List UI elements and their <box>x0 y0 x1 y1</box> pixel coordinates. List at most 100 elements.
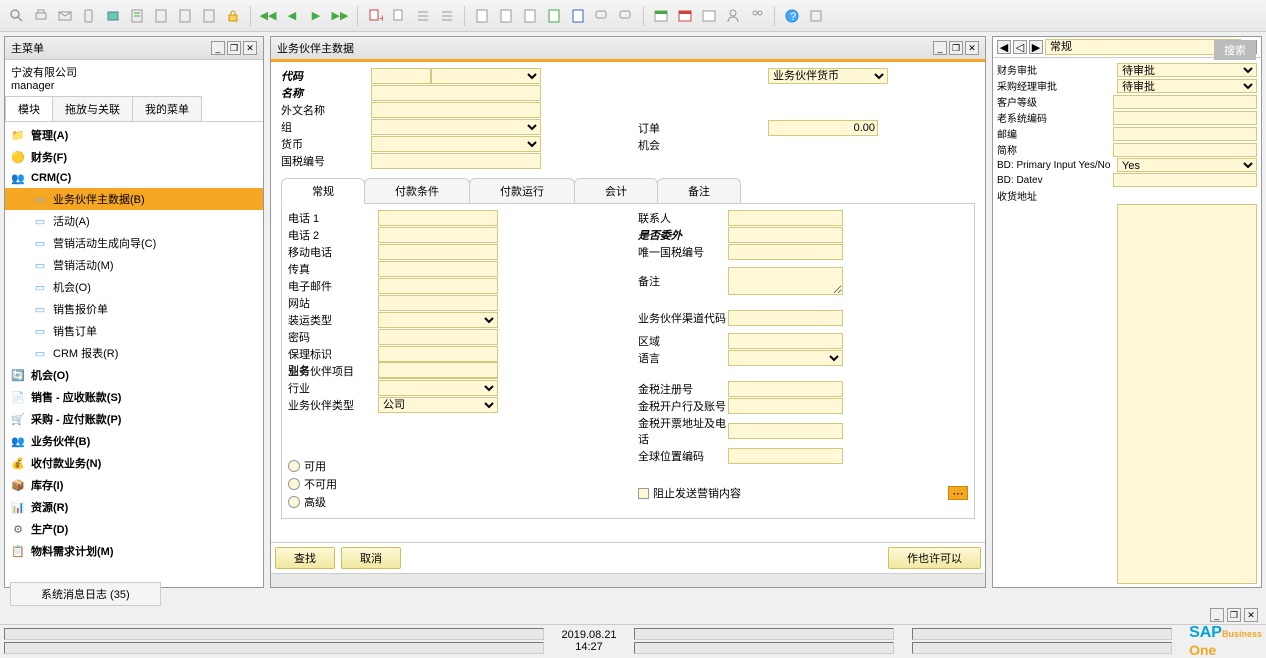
more-button[interactable]: ⋯ <box>948 486 968 500</box>
field-input[interactable] <box>728 210 843 226</box>
lock-icon[interactable] <box>224 7 242 25</box>
field-select[interactable]: 待审批 <box>1117 79 1257 93</box>
code-type-select[interactable] <box>431 68 541 84</box>
chat2-icon[interactable] <box>617 7 635 25</box>
sms-icon[interactable] <box>80 7 98 25</box>
remark-input[interactable] <box>728 267 843 295</box>
excel-icon[interactable] <box>152 7 170 25</box>
tree-item[interactable]: 📁管理(A) <box>5 124 263 146</box>
field-input[interactable] <box>728 448 843 464</box>
nav-prev-icon[interactable]: ◁ <box>1013 40 1027 54</box>
tree-item[interactable]: 🔄机会(O) <box>5 364 263 386</box>
tab-accounting[interactable]: 会计 <box>574 178 658 203</box>
tree-item[interactable]: 🛒采购 - 应付账款(P) <box>5 408 263 430</box>
address-textarea[interactable] <box>1117 204 1257 584</box>
sb-restore[interactable]: ❐ <box>1227 608 1241 622</box>
field-input[interactable] <box>728 333 843 349</box>
print-icon[interactable] <box>32 7 50 25</box>
bp-currency-select[interactable]: 业务伙伴货币 <box>768 68 888 84</box>
system-log-tab[interactable]: 系统消息日志 (35) <box>10 582 161 606</box>
list1-icon[interactable] <box>414 7 432 25</box>
field-select[interactable]: 公司 <box>378 397 498 413</box>
field-select[interactable]: Yes <box>1117 158 1257 172</box>
radio-button[interactable] <box>288 478 300 490</box>
nav-next-icon[interactable]: ▶ <box>1029 40 1043 54</box>
field-input[interactable] <box>728 381 843 397</box>
code-input[interactable] <box>371 68 431 84</box>
next-icon[interactable]: ▶ <box>307 7 325 25</box>
minimize-button[interactable]: _ <box>933 41 947 55</box>
cal1-icon[interactable] <box>652 7 670 25</box>
field-select[interactable] <box>728 350 843 366</box>
field-input[interactable] <box>728 310 843 326</box>
tax-id-input[interactable] <box>371 153 541 169</box>
tree-item[interactable]: 👥CRM(C) <box>5 168 263 188</box>
pdf-icon[interactable] <box>200 7 218 25</box>
field-input[interactable] <box>378 261 498 277</box>
tree-sub-item[interactable]: ▭活动(A) <box>5 210 263 232</box>
alias-input[interactable] <box>378 362 498 378</box>
fax-icon[interactable] <box>104 7 122 25</box>
tool-icon[interactable] <box>807 7 825 25</box>
last-icon[interactable]: ▶▶ <box>331 7 349 25</box>
field-input[interactable] <box>1113 127 1257 141</box>
tree-item[interactable]: 📄销售 - 应收账款(S) <box>5 386 263 408</box>
tree-sub-item[interactable]: ▭营销活动(M) <box>5 254 263 276</box>
nav-first-icon[interactable]: ◀ <box>997 40 1011 54</box>
field-input[interactable] <box>378 346 498 362</box>
settings-icon[interactable] <box>569 7 587 25</box>
group-select[interactable] <box>371 119 541 135</box>
tree-item[interactable]: ⚙生产(D) <box>5 518 263 540</box>
tree-item[interactable]: 📦库存(I) <box>5 474 263 496</box>
tree-item[interactable]: 🟡财务(F) <box>5 146 263 168</box>
prev-icon[interactable]: ◀ <box>283 7 301 25</box>
permit-button[interactable]: 作也许可以 <box>888 547 981 569</box>
field-input[interactable] <box>378 244 498 260</box>
word-icon[interactable] <box>176 7 194 25</box>
radio-button[interactable] <box>288 460 300 472</box>
search-button[interactable]: 搜索 <box>1214 40 1256 60</box>
sb-close[interactable]: ✕ <box>1244 608 1258 622</box>
currency-select[interactable] <box>371 136 541 152</box>
cancel-button[interactable]: 取消 <box>341 547 401 569</box>
tree-item[interactable]: 📊资源(R) <box>5 496 263 518</box>
tab-payment-terms[interactable]: 付款条件 <box>364 178 470 203</box>
field-input[interactable] <box>728 398 843 414</box>
tree-sub-item[interactable]: ▭CRM 报表(R) <box>5 342 263 364</box>
edit-icon[interactable] <box>521 7 539 25</box>
name-input[interactable] <box>371 85 541 101</box>
field-input[interactable] <box>378 227 498 243</box>
radio-button[interactable] <box>288 496 300 508</box>
find-icon[interactable] <box>390 7 408 25</box>
restore-button[interactable]: ❐ <box>227 41 241 55</box>
date-icon[interactable] <box>700 7 718 25</box>
tab-modules[interactable]: 模块 <box>5 96 53 121</box>
tab-my-menu[interactable]: 我的菜单 <box>132 96 202 121</box>
field-input[interactable] <box>378 210 498 226</box>
tree-item[interactable]: 💰收付款业务(N) <box>5 452 263 474</box>
sb-min[interactable]: _ <box>1210 608 1224 622</box>
mail-icon[interactable] <box>56 7 74 25</box>
add-icon[interactable]: + <box>366 7 384 25</box>
tree-item[interactable]: 📋物料需求计划(M) <box>5 540 263 562</box>
tree-sub-item[interactable]: ▭机会(O) <box>5 276 263 298</box>
field-input[interactable] <box>378 329 498 345</box>
doc1-icon[interactable] <box>473 7 491 25</box>
users-icon[interactable] <box>748 7 766 25</box>
minimize-button[interactable]: _ <box>211 41 225 55</box>
field-select[interactable] <box>378 380 498 396</box>
help-icon[interactable]: ? <box>783 7 801 25</box>
user-icon[interactable] <box>724 7 742 25</box>
close-button[interactable]: ✕ <box>243 41 257 55</box>
field-input[interactable] <box>728 227 843 243</box>
list2-icon[interactable] <box>438 7 456 25</box>
doc2-icon[interactable] <box>497 7 515 25</box>
restore-button[interactable]: ❐ <box>949 41 963 55</box>
tab-general[interactable]: 常规 <box>281 178 365 204</box>
first-icon[interactable]: ◀◀ <box>259 7 277 25</box>
order-value[interactable] <box>768 120 878 136</box>
foreign-name-input[interactable] <box>371 102 541 118</box>
tree-sub-item[interactable]: ▭业务伙伴主数据(B) <box>5 188 263 210</box>
tree-sub-item[interactable]: ▭销售订单 <box>5 320 263 342</box>
tree-sub-item[interactable]: ▭销售报价单 <box>5 298 263 320</box>
